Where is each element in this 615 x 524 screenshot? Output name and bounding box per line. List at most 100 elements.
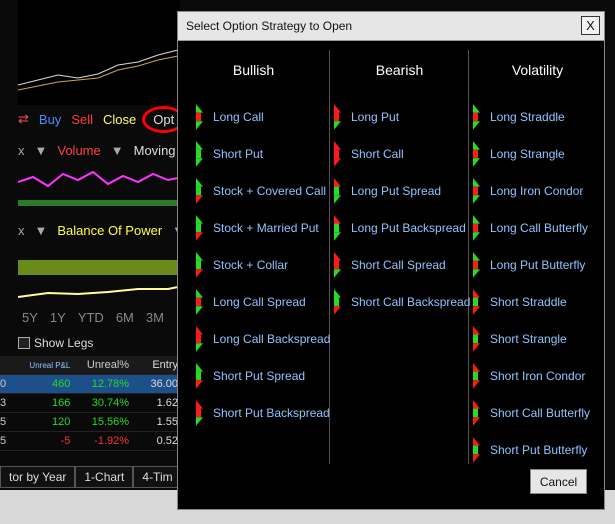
strategy-item[interactable]: Long Put xyxy=(334,104,399,130)
payoff-segment xyxy=(334,260,339,270)
payoff-segment xyxy=(196,158,203,167)
strategy-item[interactable]: Short Put Backspread xyxy=(196,400,330,426)
strategy-item[interactable]: Short Call xyxy=(334,141,404,167)
payoff-segment xyxy=(196,186,201,196)
strategy-item-label[interactable]: Stock + Married Put xyxy=(213,221,319,235)
buy-button[interactable]: Buy xyxy=(39,112,61,127)
strategy-item-label[interactable]: Short Strangle xyxy=(490,332,567,346)
payoff-segment xyxy=(196,297,201,307)
strategy-item-label[interactable]: Short Call Spread xyxy=(351,258,446,272)
tab-4-time[interactable]: 4-Tim xyxy=(133,466,182,488)
indicator-type[interactable]: Moving xyxy=(134,143,176,158)
strategy-item[interactable]: Short Iron Condor xyxy=(473,363,585,389)
table-row[interactable]: 5 -5 -1.92% 0.52 xyxy=(0,432,178,451)
strategy-item-label[interactable]: Long Straddle xyxy=(490,110,565,124)
strategy-item-label[interactable]: Long Call Backspread xyxy=(213,332,330,346)
strategy-item-label[interactable]: Long Call Spread xyxy=(213,295,306,309)
strategy-item-label[interactable]: Long Put xyxy=(351,110,399,124)
payoff-segment xyxy=(334,158,341,167)
tab-1-chart[interactable]: 1-Chart xyxy=(75,466,134,488)
tab-sector-by-year[interactable]: tor by Year xyxy=(0,466,76,488)
payoff-segment xyxy=(196,178,203,187)
strategy-item[interactable]: Long Call Butterfly xyxy=(473,215,588,241)
strategy-payoff-icon xyxy=(473,363,482,389)
payoff-segment xyxy=(473,260,478,270)
close-indicator-icon[interactable]: x xyxy=(18,143,25,158)
show-legs-checkbox[interactable] xyxy=(18,337,30,349)
strategy-item[interactable]: Long Put Spread xyxy=(334,178,441,204)
dropdown-arrow-icon[interactable]: ▼ xyxy=(111,143,124,158)
payoff-segment xyxy=(473,306,480,315)
strategy-item-label[interactable]: Long Iron Condor xyxy=(490,184,583,198)
show-legs-toggle[interactable]: Show Legs xyxy=(18,336,93,350)
strategy-item[interactable]: Short Straddle xyxy=(473,289,567,315)
header-unreal-pl[interactable]: Unreal P&L xyxy=(12,361,75,370)
strategy-item-label[interactable]: Short Call Butterfly xyxy=(490,406,590,420)
strategy-item-label[interactable]: Short Put Backspread xyxy=(213,406,330,420)
period-6m[interactable]: 6M xyxy=(116,310,134,325)
strategy-item[interactable]: Long Straddle xyxy=(473,104,565,130)
close-indicator-icon[interactable]: x xyxy=(18,223,25,238)
dropdown-arrow-icon[interactable]: ▼ xyxy=(35,223,48,238)
strategy-item[interactable]: Short Call Backspread xyxy=(334,289,470,315)
strategy-item-label[interactable]: Long Put Butterfly xyxy=(490,258,585,272)
header-unreal-pct[interactable]: Unreal% xyxy=(74,359,133,371)
table-row[interactable]: 5 120 15.56% 1.55 xyxy=(0,413,178,432)
strategy-item[interactable]: Short Call Spread xyxy=(334,252,446,278)
header-entry[interactable]: Entry xyxy=(133,359,178,371)
strategy-item[interactable]: Short Put xyxy=(196,141,263,167)
strategy-item[interactable]: Long Call Backspread xyxy=(196,326,330,352)
column-heading-bullish: Bullish xyxy=(232,62,275,78)
column-divider xyxy=(468,50,469,464)
strategy-payoff-icon xyxy=(196,289,205,315)
strategy-item[interactable]: Long Put Backspread xyxy=(334,215,466,241)
strategy-item-label[interactable]: Long Call Butterfly xyxy=(490,221,588,235)
close-button[interactable]: X xyxy=(581,16,600,35)
strategy-item-label[interactable]: Short Call xyxy=(351,147,404,161)
refresh-icon[interactable]: ⇄ xyxy=(18,111,29,127)
strategy-item[interactable]: Short Put Butterfly xyxy=(473,437,587,463)
table-row[interactable]: 0 460 12.78% 36.00 xyxy=(0,375,178,394)
strategy-item-label[interactable]: Stock + Covered Call xyxy=(213,184,326,198)
strategy-item-label[interactable]: Stock + Collar xyxy=(213,258,288,272)
strategy-item[interactable]: Short Put Spread xyxy=(196,363,305,389)
strategy-item-label[interactable]: Short Put Butterfly xyxy=(490,443,587,457)
strategy-item[interactable]: Stock + Covered Call xyxy=(196,178,326,204)
payoff-segment xyxy=(334,269,341,278)
period-1y[interactable]: 1Y xyxy=(50,310,66,325)
strategy-item-label[interactable]: Short Straddle xyxy=(490,295,567,309)
strategy-item[interactable]: Short Call Butterfly xyxy=(473,400,590,426)
strategy-item[interactable]: Stock + Married Put xyxy=(196,215,319,241)
strategy-item[interactable]: Long Put Butterfly xyxy=(473,252,585,278)
strategy-item-label[interactable]: Long Strangle xyxy=(490,147,565,161)
bop-panel-header: x ▼ Balance Of Power ▼ xyxy=(18,220,185,240)
strategy-item[interactable]: Long Iron Condor xyxy=(473,178,583,204)
indicator-name-volume[interactable]: Volume xyxy=(57,143,100,158)
strategy-item[interactable]: Stock + Collar xyxy=(196,252,288,278)
strategy-item-label[interactable]: Long Put Backspread xyxy=(351,221,466,235)
strategy-item[interactable]: Short Strangle xyxy=(473,326,567,352)
strategy-item[interactable]: Long Call Spread xyxy=(196,289,306,315)
strategy-item-label[interactable]: Long Call xyxy=(213,110,264,124)
price-chart-plot xyxy=(17,49,179,91)
period-ytd[interactable]: YTD xyxy=(78,310,104,325)
strategy-item-label[interactable]: Short Iron Condor xyxy=(490,369,585,383)
close-position-button[interactable]: Close xyxy=(103,112,136,127)
table-row[interactable]: 3 166 30.74% 1.62 xyxy=(0,394,178,413)
volume-plot xyxy=(18,170,178,206)
strategy-item[interactable]: Long Strangle xyxy=(473,141,565,167)
strategy-item-label[interactable]: Long Put Spread xyxy=(351,184,441,198)
indicator-name-bop[interactable]: Balance Of Power xyxy=(57,223,162,238)
payoff-segment xyxy=(473,269,480,278)
cancel-button[interactable]: Cancel xyxy=(530,469,587,494)
sell-button[interactable]: Sell xyxy=(71,112,93,127)
payoff-segment xyxy=(473,112,478,122)
strategy-item-label[interactable]: Short Call Backspread xyxy=(351,295,470,309)
period-3m[interactable]: 3M xyxy=(146,310,164,325)
grid-header: Unreal P&L Unreal% Entry xyxy=(0,356,178,375)
strategy-item-label[interactable]: Short Put xyxy=(213,147,263,161)
period-5y[interactable]: 5Y xyxy=(22,310,38,325)
dropdown-arrow-icon[interactable]: ▼ xyxy=(35,143,48,158)
strategy-item[interactable]: Long Call xyxy=(196,104,264,130)
strategy-item-label[interactable]: Short Put Spread xyxy=(213,369,305,383)
